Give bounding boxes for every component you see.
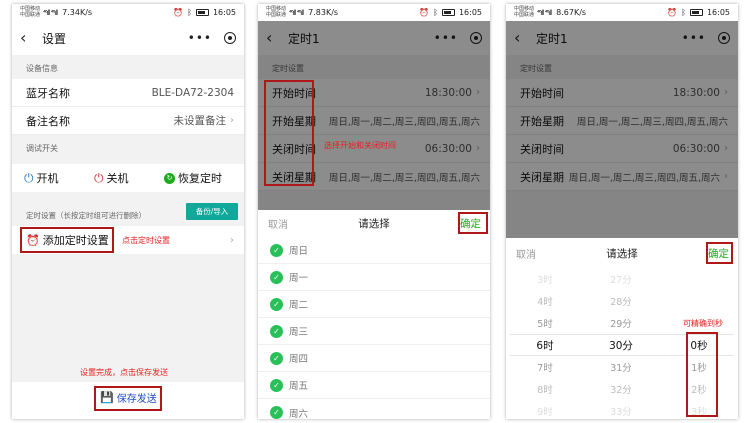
highlight-box — [264, 80, 314, 186]
highlight-box — [94, 386, 162, 411]
more-icon[interactable]: ••• — [188, 31, 212, 45]
check-icon: ✓ — [270, 324, 283, 338]
note-name-row[interactable]: 备注名称 未设置备注 › — [12, 107, 244, 135]
network-speed: 7.34K/s — [62, 8, 93, 17]
signal-icon: ⁴⁶ıll ⁴⁶ıll — [43, 8, 58, 17]
modal-mask[interactable] — [506, 21, 738, 238]
alarm-icon: ⏰ — [419, 8, 430, 17]
weekday-option[interactable]: ✓ 周四 — [258, 345, 490, 372]
check-icon: ✓ — [270, 406, 283, 419]
battery-icon — [689, 9, 703, 16]
page-title: 设置 — [42, 31, 67, 46]
check-icon: ✓ — [270, 297, 283, 311]
network-speed: 8.67K/s — [556, 8, 587, 17]
close-miniprogram-icon[interactable] — [224, 32, 236, 44]
weekday-option[interactable]: ✓ 周二 — [258, 291, 490, 318]
annotation-save: 设置完成，点击保存发送 — [80, 368, 168, 377]
status-bar: 中国移动 中国联通 ⁴⁶ıll ⁴⁶ıll 7.34K/s ⏰ ᛒ 16:05 — [12, 4, 244, 21]
bluetooth-icon: ᛒ — [433, 8, 438, 17]
power-icon: ⏻ — [94, 170, 104, 185]
network-speed: 7.83K/s — [308, 8, 339, 17]
weekday-option[interactable]: ✓ 周一 — [258, 264, 490, 291]
highlight-box — [458, 212, 488, 234]
section-debug: 调试开关 — [26, 143, 58, 153]
picker-title: 请选择 — [606, 247, 638, 260]
power-off-button[interactable]: ⏻ 关机 — [94, 170, 129, 186]
nav-bar: ‹ 设置 ••• — [12, 21, 244, 55]
chevron-right-icon: › — [230, 234, 234, 246]
note-name-value: 未设置备注 — [173, 115, 227, 127]
weekday-option[interactable]: ✓ 周三 — [258, 318, 490, 345]
phone-screen-timer-time: 中国移动 中国联通 ⁴⁶ıll ⁴⁶ıll 8.67K/s ⏰ ᛒ 16:05 … — [506, 4, 738, 419]
annotation-select-times: 选择开始和关闭时间 — [324, 141, 396, 150]
alarm-icon: ⏰ — [173, 8, 184, 17]
weekday-option[interactable]: ✓ 周六 — [258, 399, 490, 419]
status-bar: 中国移动 中国联通 ⁴⁶ıll ⁴⁶ıll 7.83K/s ⏰ ᛒ 16:05 — [258, 4, 490, 21]
picker-header: 取消 请选择 确定 — [506, 238, 738, 268]
check-icon: ✓ — [270, 378, 283, 392]
bluetooth-name-value: BLE-DA72-2304 — [151, 86, 234, 99]
weekday-picker-sheet: 取消 请选择 确定 ✓ 周日 ✓ 周一 ✓ 周二 ✓ 周三 ✓ 周四 ✓ 周五 — [258, 210, 490, 419]
signal-icon: ⁴⁶ıll ⁴⁶ıll — [289, 8, 304, 17]
power-icon: ⏻ — [24, 170, 34, 185]
check-icon: ✓ — [270, 243, 283, 257]
clock-time: 16:05 — [212, 8, 236, 17]
alarm-icon: ⏰ — [667, 8, 678, 17]
picker-header: 取消 请选择 确定 — [258, 210, 490, 236]
power-on-button[interactable]: ⏻ 开机 — [24, 170, 59, 186]
picker-title: 请选择 — [358, 217, 390, 230]
bluetooth-icon: ᛒ — [187, 8, 192, 17]
clock-time: 16:05 — [458, 8, 482, 17]
highlight-box — [706, 242, 733, 264]
highlight-box — [20, 227, 114, 253]
backup-import-button[interactable]: 备份/导入 — [186, 203, 238, 220]
check-icon: ✓ — [270, 270, 283, 284]
chevron-right-icon: › — [230, 115, 234, 126]
bluetooth-icon: ᛒ — [681, 8, 686, 17]
battery-icon — [195, 9, 209, 16]
annotation-click-timer: 点击定时设置 — [122, 236, 170, 245]
bluetooth-name-label: 蓝牙名称 — [26, 86, 70, 100]
restore-timer-button[interactable]: ↻ 恢复定时 — [164, 170, 222, 186]
bluetooth-name-row: 蓝牙名称 BLE-DA72-2304 — [12, 79, 244, 107]
debug-buttons-row: ⏻ 开机 ⏻ 关机 ↻ 恢复定时 — [12, 164, 244, 192]
battery-icon — [441, 9, 455, 16]
phone-screen-settings: 中国移动 中国联通 ⁴⁶ıll ⁴⁶ıll 7.34K/s ⏰ ᛒ 16:05 … — [12, 4, 244, 419]
phone-screen-timer-weekday: 中国移动 中国联通 ⁴⁶ıll ⁴⁶ıll 7.83K/s ⏰ ᛒ 16:05 … — [258, 4, 490, 419]
status-bar: 中国移动 中国联通 ⁴⁶ıll ⁴⁶ıll 8.67K/s ⏰ ᛒ 16:05 — [506, 4, 738, 21]
highlight-box — [686, 332, 718, 417]
note-name-label: 备注名称 — [26, 114, 70, 128]
signal-icon: ⁴⁶ıll ⁴⁶ıll — [537, 8, 552, 17]
carrier-label: 中国移动 中国联通 — [20, 6, 41, 18]
restore-icon: ↻ — [164, 172, 175, 184]
weekday-option[interactable]: ✓ 周日 — [258, 237, 490, 264]
section-device-info: 设备信息 — [26, 63, 58, 73]
weekday-option[interactable]: ✓ 周五 — [258, 372, 490, 399]
clock-time: 16:05 — [706, 8, 730, 17]
annotation-second-precision: 可精确到秒 — [683, 319, 723, 328]
check-icon: ✓ — [270, 351, 283, 365]
back-icon[interactable]: ‹ — [20, 30, 36, 46]
